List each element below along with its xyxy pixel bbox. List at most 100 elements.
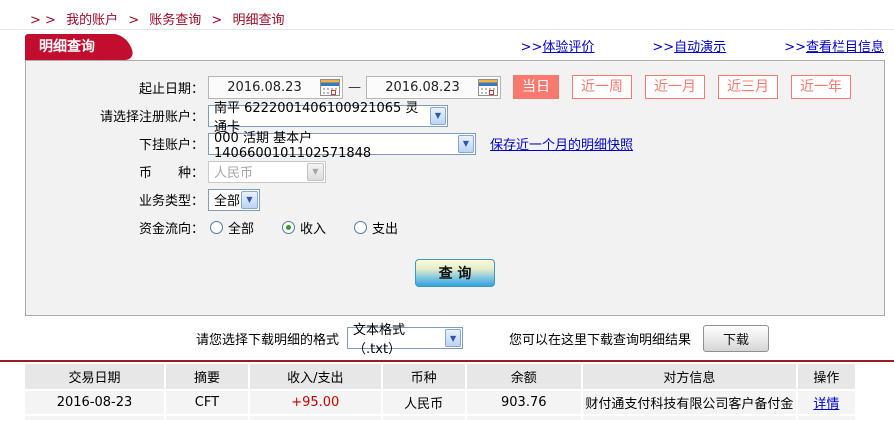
registered-account-select[interactable]: 南平 6222001406100921065 灵通卡 ▼ <box>208 101 448 135</box>
date-separator: — <box>348 79 361 95</box>
header-income-expense: 收入/支出 <box>249 364 381 389</box>
end-date-value: 2016.08.23 <box>385 79 460 95</box>
link-prefix: >> <box>520 40 543 55</box>
range-button-3months[interactable]: 近三月 <box>718 75 778 99</box>
view-column-info-link[interactable]: >>查看栏目信息 <box>784 36 884 55</box>
table-row: 2016-08-23 CFT +95.00 人民币 903.76 财付通支付科技… <box>25 391 855 414</box>
header-trade-date: 交易日期 <box>25 364 165 389</box>
business-type-value: 全部 <box>214 194 241 209</box>
link-label: 自动演示 <box>674 40 727 55</box>
header-links: >>体验评价 >>自动演示 >>查看栏目信息 <box>463 36 884 60</box>
download-format-label: 请您选择下载明细的格式 <box>196 332 340 348</box>
breadcrumb-item-my-account[interactable]: 我的账户 <box>66 13 118 28</box>
header-balance: 余额 <box>466 364 582 389</box>
cell-amount: +95.00 <box>249 391 381 414</box>
date-range-row: 起止日期： 2016.08.23 — 2016.08.23 当日 近一周 近一月… <box>26 75 884 99</box>
chevron-down-icon[interactable]: ▼ <box>457 134 474 153</box>
query-button[interactable]: 查 询 <box>415 259 495 287</box>
fund-flow-option-all[interactable]: 全部 <box>210 218 254 237</box>
sub-account-value: 000 活期 基本户 1406600101102571848 <box>214 130 372 161</box>
fund-flow-label: 资金流向： <box>138 222 204 237</box>
sub-account-row: 下挂账户： 000 活期 基本户 1406600101102571848 ▼ 保… <box>26 131 884 161</box>
radio-label: 全部 <box>228 222 255 237</box>
chevron-down-icon: ▼ <box>307 162 324 181</box>
chevron-down-icon[interactable]: ▼ <box>429 106 446 125</box>
range-button-month[interactable]: 近一月 <box>645 75 705 99</box>
header-operation: 操作 <box>797 364 855 389</box>
link-label: 查看栏目信息 <box>805 40 884 55</box>
experience-rating-link[interactable]: >>体验评价 <box>521 36 595 55</box>
query-form-panel: 起止日期： 2016.08.23 — 2016.08.23 当日 近一周 近一月… <box>25 60 885 316</box>
breadcrumb-separator: > <box>211 13 223 28</box>
radio-unchecked-icon[interactable] <box>354 221 368 234</box>
cell-currency: 人民币 <box>382 391 465 414</box>
sub-account-select[interactable]: 000 活期 基本户 1406600101102571848 ▼ <box>208 131 476 161</box>
link-prefix: >> <box>784 40 806 55</box>
sub-account-label: 下挂账户： <box>138 138 204 153</box>
range-button-week[interactable]: 近一周 <box>572 75 632 99</box>
cell-empty <box>25 416 165 420</box>
cell-empty <box>797 416 855 420</box>
table-row-partial <box>25 416 855 420</box>
business-type-row: 业务类型： 全部 ▼ <box>26 188 884 211</box>
cell-empty <box>382 416 465 420</box>
cell-empty <box>166 416 248 420</box>
cell-operation: 详情 <box>797 391 855 414</box>
currency-label: 币 种： <box>138 166 204 181</box>
header-summary: 摘要 <box>166 364 248 389</box>
table-header-row: 交易日期 摘要 收入/支出 币种 余额 对方信息 操作 <box>25 364 855 389</box>
breadcrumb-separator: > <box>128 13 140 28</box>
quick-range-buttons: 当日 近一周 近一月 近三月 近一年 <box>513 75 864 99</box>
date-range-label: 起止日期： <box>138 81 204 97</box>
download-format-value: 文本格式（.txt） <box>353 323 406 357</box>
cell-empty <box>466 416 582 420</box>
cell-balance: 903.76 <box>466 391 582 414</box>
start-date-value: 2016.08.23 <box>227 79 302 95</box>
breadcrumb-item-account-query[interactable]: 账务查询 <box>149 13 201 28</box>
chevron-down-icon[interactable]: ▼ <box>445 329 462 347</box>
detail-link[interactable]: 详情 <box>813 397 839 412</box>
breadcrumb: > > 我的账户 > 账务查询 > 明细查询 <box>0 0 894 30</box>
cell-summary: CFT <box>166 391 248 414</box>
tab-detail-query[interactable]: 明细查询 <box>25 34 107 60</box>
header-counterparty: 对方信息 <box>583 364 796 389</box>
range-button-today[interactable]: 当日 <box>513 75 559 99</box>
cell-empty <box>249 416 381 420</box>
radio-checked-icon[interactable] <box>282 221 296 234</box>
cell-counterparty: 财付通支付科技有限公司客户备付金 <box>583 391 796 414</box>
header-currency: 币种 <box>382 364 465 389</box>
cell-trade-date: 2016-08-23 <box>25 391 165 414</box>
range-button-year[interactable]: 近一年 <box>791 75 851 99</box>
fund-flow-option-expense[interactable]: 支出 <box>354 218 398 237</box>
currency-row: 币 种： 人民币 ▼ <box>26 160 884 183</box>
registered-account-row: 请选择注册账户： 南平 6222001406100921065 灵通卡 ▼ <box>26 101 884 135</box>
radio-unchecked-icon[interactable] <box>210 221 223 234</box>
radio-label: 收入 <box>300 222 327 237</box>
cell-empty <box>583 416 796 420</box>
link-label: 体验评价 <box>542 40 595 55</box>
download-button[interactable]: 下载 <box>703 324 770 352</box>
download-row: 请您选择下载明细的格式 文本格式（.txt） ▼ 您可以在这里下载查询明细结果 … <box>0 323 894 357</box>
link-prefix: >> <box>652 40 675 55</box>
query-button-row: 查 询 <box>26 259 884 287</box>
auto-demo-link[interactable]: >>自动演示 <box>652 36 726 55</box>
breadcrumb-item-detail-query[interactable]: 明细查询 <box>232 13 284 28</box>
download-format-select[interactable]: 文本格式（.txt） ▼ <box>347 323 464 357</box>
fund-flow-options: 全部 收入 支出 <box>210 218 426 237</box>
save-snapshot-link[interactable]: 保存近一个月的明细快照 <box>490 134 633 153</box>
registered-account-label: 请选择注册账户： <box>99 110 204 125</box>
download-result-text: 您可以在这里下载查询明细结果 <box>509 332 692 348</box>
currency-value: 人民币 <box>214 166 254 181</box>
header-bar: 明细查询 >>体验评价 >>自动演示 >>查看栏目信息 <box>0 30 894 60</box>
chevron-down-icon[interactable]: ▼ <box>241 190 258 209</box>
calendar-icon[interactable] <box>478 78 498 96</box>
calendar-icon[interactable] <box>320 78 340 96</box>
end-date-input[interactable]: 2016.08.23 <box>366 75 501 99</box>
breadcrumb-prefix: > > <box>30 13 56 28</box>
currency-select: 人民币 ▼ <box>208 160 326 183</box>
results-table: 交易日期 摘要 收入/支出 币种 余额 对方信息 操作 2016-08-23 C… <box>23 362 857 422</box>
fund-flow-option-income[interactable]: 收入 <box>282 218 326 237</box>
business-type-select[interactable]: 全部 ▼ <box>208 188 260 211</box>
radio-label: 支出 <box>372 222 399 237</box>
start-date-input[interactable]: 2016.08.23 <box>208 75 343 99</box>
